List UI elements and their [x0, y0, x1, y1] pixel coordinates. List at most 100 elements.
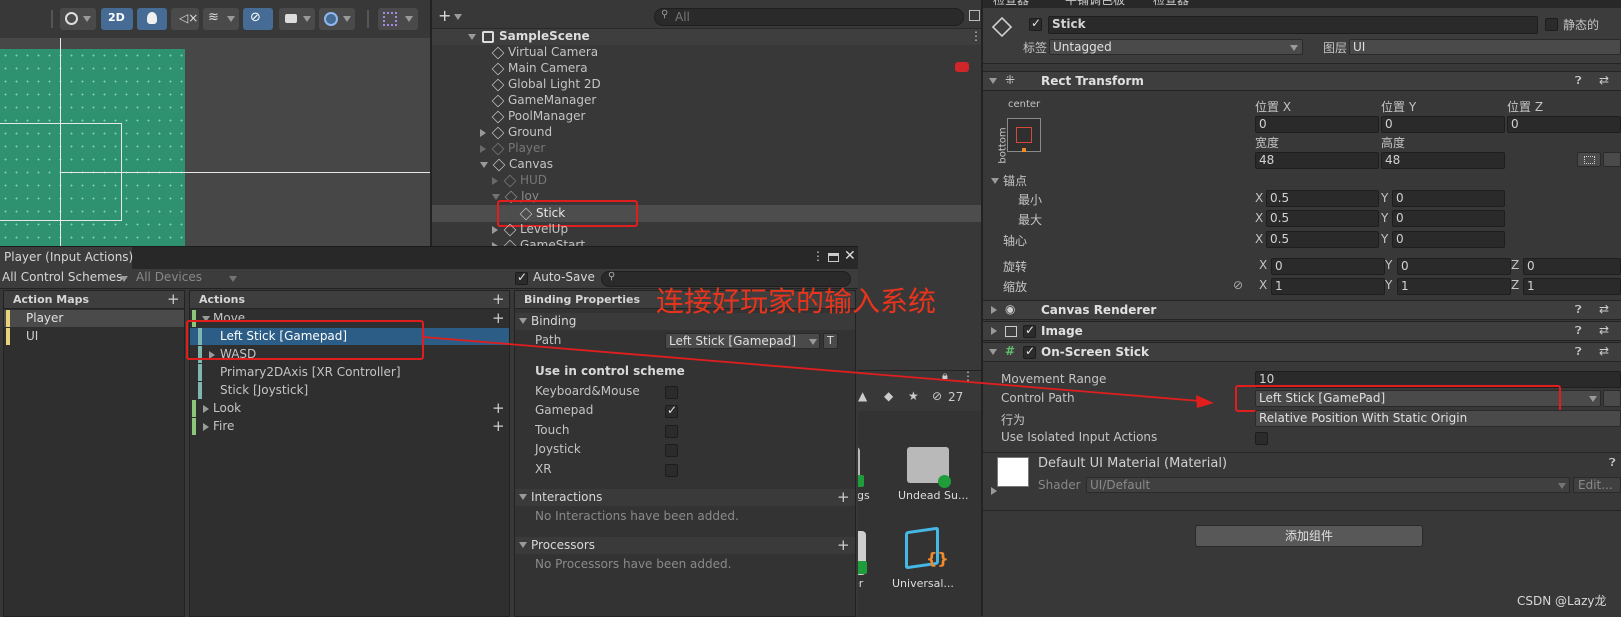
processors-section-header[interactable]: Processors + — [515, 537, 855, 554]
scheme-checkbox[interactable] — [665, 425, 678, 438]
static-checkbox[interactable] — [1545, 18, 1558, 31]
expand-arrow-icon[interactable] — [492, 225, 498, 234]
window-tab[interactable]: Player (Input Actions) — [0, 247, 133, 269]
rotation-z-field[interactable]: 0 — [1523, 258, 1621, 275]
label-tag-icon[interactable]: ◆ — [884, 389, 893, 403]
scene-viewport[interactable] — [0, 38, 430, 246]
hierarchy-item[interactable]: Player — [480, 141, 545, 155]
auto-save-checkbox[interactable] — [515, 270, 528, 285]
filter-type-icon[interactable]: ▲ — [858, 389, 867, 403]
expand-arrow-icon[interactable] — [989, 78, 997, 84]
2d-toggle-button[interactable]: 2D — [101, 8, 133, 30]
expand-arrow-icon[interactable] — [991, 178, 999, 184]
devices-dropdown[interactable]: All Devices — [133, 270, 241, 287]
shader-dropdown[interactable]: UI/Default — [1086, 477, 1570, 493]
add-action-map-icon[interactable]: + — [167, 292, 180, 307]
search-options-icon[interactable] — [969, 10, 980, 21]
create-button[interactable]: + — [438, 6, 463, 25]
action-map-item[interactable]: Player — [4, 310, 184, 327]
rotation-x-field[interactable]: 0 — [1271, 258, 1385, 275]
settings-sliders-icon[interactable]: ⇄ — [1599, 302, 1609, 316]
help-icon[interactable]: ❓︎ — [1575, 324, 1582, 338]
on-screen-stick-header[interactable]: # On-Screen Stick ❓︎ ⇄ — [983, 342, 1621, 362]
scheme-checkbox[interactable] — [665, 403, 678, 418]
expand-arrow-icon[interactable] — [989, 349, 997, 355]
pos-x-field[interactable]: 0 — [1255, 116, 1379, 133]
control-path-text-button[interactable] — [1603, 390, 1621, 407]
hidden-count-icon[interactable]: ⊘ — [932, 389, 942, 403]
expand-arrow-icon[interactable] — [492, 176, 498, 185]
expand-arrow-icon[interactable] — [519, 494, 527, 500]
hierarchy-item[interactable]: Global Light 2D — [491, 77, 601, 91]
hierarchy-item[interactable]: HUD — [492, 173, 547, 187]
expand-arrow-icon[interactable] — [480, 161, 488, 168]
use-isolated-checkbox[interactable] — [1255, 432, 1268, 445]
gizmo-tool-button[interactable] — [319, 8, 355, 30]
pivot-y-field[interactable]: 0 — [1392, 231, 1505, 248]
tab-tile-palette[interactable]: 平铺调色板 — [1065, 0, 1125, 8]
action-map-item[interactable]: UI — [4, 328, 184, 345]
settings-sliders-icon[interactable]: ⇄ — [1599, 323, 1609, 337]
expand-arrow-icon[interactable] — [991, 306, 997, 314]
scene-visibility-button[interactable]: ⊘ — [243, 8, 273, 30]
object-name-field[interactable]: Stick — [1048, 16, 1538, 34]
hierarchy-item[interactable]: Virtual Camera — [491, 45, 598, 59]
help-icon[interactable]: ❓︎ — [1575, 303, 1582, 317]
expand-arrow-icon[interactable] — [468, 34, 476, 40]
scheme-checkbox[interactable] — [665, 464, 678, 477]
active-checkbox[interactable] — [1029, 16, 1042, 31]
control-schemes-dropdown[interactable]: All Control Schemes — [0, 270, 132, 287]
hierarchy-item[interactable]: Main Camera — [491, 61, 588, 75]
hierarchy-item[interactable]: LevelUp — [492, 222, 568, 236]
audio-toggle-button[interactable]: ◁× — [171, 8, 199, 30]
scale-y-field[interactable]: 1 — [1397, 278, 1511, 295]
hierarchy-item[interactable]: GameManager — [491, 93, 596, 107]
maximize-icon[interactable] — [828, 253, 839, 262]
height-field[interactable]: 48 — [1381, 152, 1505, 169]
anchor-max-y-field[interactable]: 0 — [1392, 210, 1505, 227]
scale-z-field[interactable]: 1 — [1523, 278, 1621, 295]
hierarchy-scene-row[interactable]: SampleScene ⋮ — [432, 28, 982, 45]
layer-dropdown[interactable]: UI — [1349, 39, 1621, 55]
behaviour-dropdown[interactable]: Relative Position With Static Origin — [1255, 410, 1621, 427]
tab-inspector-2[interactable]: 检查器 — [1153, 0, 1189, 8]
add-binding-icon[interactable]: + — [492, 401, 505, 416]
component-enabled-checkbox[interactable] — [1023, 323, 1036, 338]
scheme-checkbox[interactable] — [665, 386, 678, 399]
more-icon[interactable]: ⋮ — [962, 369, 974, 383]
width-field[interactable]: 48 — [1255, 152, 1379, 169]
tab-inspector[interactable]: 检查器 — [993, 0, 1029, 8]
add-processor-icon[interactable]: + — [837, 538, 850, 553]
anchor-min-y-field[interactable]: 0 — [1392, 190, 1505, 207]
shader-edit-button[interactable]: Edit... — [1573, 477, 1621, 493]
expand-arrow-icon[interactable] — [492, 193, 500, 200]
hierarchy-item[interactable]: Ground — [480, 125, 552, 139]
expand-arrow-icon[interactable] — [519, 318, 527, 324]
binding-row[interactable]: Primary2DAxis [XR Controller] — [190, 364, 509, 381]
image-header[interactable]: Image ❓︎ ⇄ — [983, 321, 1621, 341]
settings-sliders-icon[interactable]: ⇄ — [1599, 344, 1609, 358]
constrain-link-icon[interactable]: ⊘ — [1233, 278, 1243, 292]
shading-mode-button[interactable] — [60, 8, 96, 30]
add-interaction-icon[interactable]: + — [837, 490, 850, 505]
anchor-max-x-field[interactable]: 0.5 — [1266, 210, 1379, 227]
close-icon[interactable]: ✕ — [844, 248, 856, 264]
expand-arrow-icon[interactable] — [203, 423, 209, 431]
hierarchy-search-input[interactable]: ⚲ All — [654, 8, 964, 26]
favorite-star-icon[interactable]: ★ — [908, 389, 919, 403]
expand-arrow-icon[interactable] — [991, 487, 997, 495]
tag-dropdown[interactable]: Untagged — [1049, 39, 1303, 55]
expand-arrow-icon[interactable] — [480, 144, 486, 153]
help-icon[interactable]: ❓︎ — [1575, 345, 1582, 359]
expand-arrow-icon[interactable] — [480, 128, 486, 137]
expand-arrow-icon[interactable] — [519, 542, 527, 548]
path-dropdown[interactable]: Left Stick [Gamepad] — [665, 333, 820, 349]
canvas-renderer-header[interactable]: ◉ Canvas Renderer ❓︎ ⇄ — [983, 300, 1621, 320]
help-icon[interactable]: ❓︎ — [1609, 456, 1616, 470]
hierarchy-item[interactable]: Canvas — [480, 157, 553, 171]
rotation-y-field[interactable]: 0 — [1397, 258, 1511, 275]
settings-sliders-icon[interactable]: ⇄ — [1599, 73, 1609, 87]
add-component-button[interactable]: 添加组件 — [1195, 525, 1423, 547]
expand-arrow-icon[interactable] — [991, 327, 997, 335]
pos-z-field[interactable]: 0 — [1507, 116, 1621, 133]
